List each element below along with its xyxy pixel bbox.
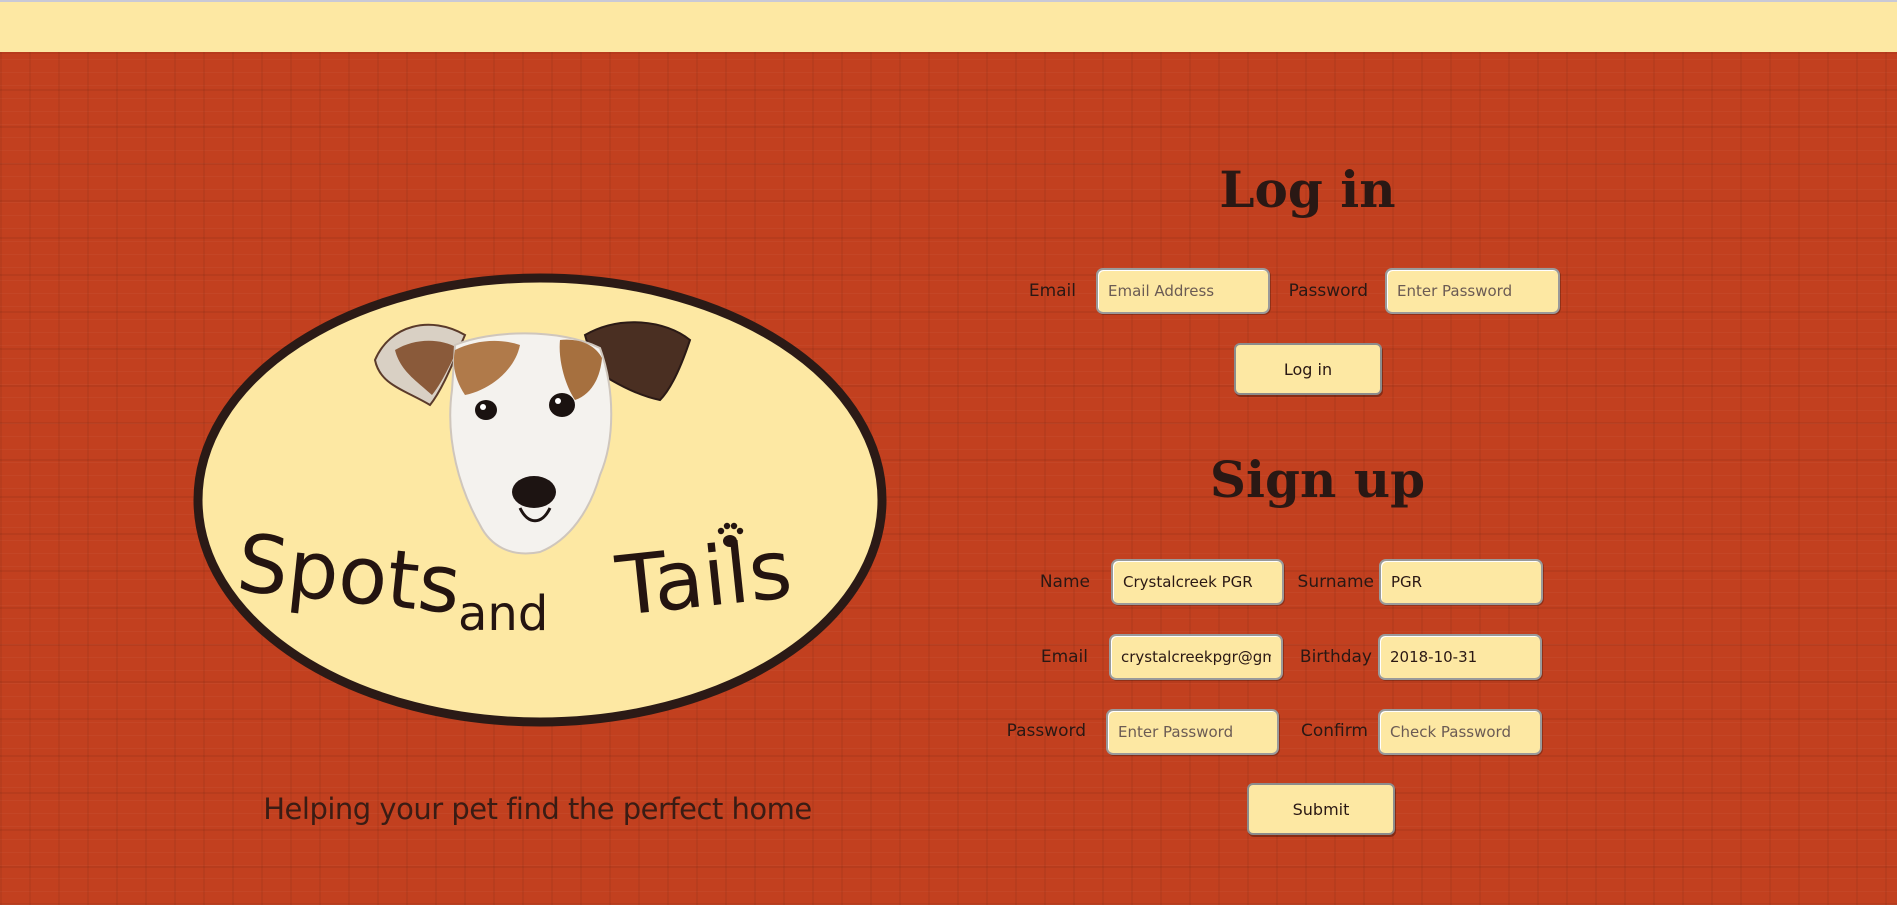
site-logo: Spots and Tails [190,270,890,730]
top-bar [0,0,1897,52]
signup-password-input[interactable] [1106,709,1279,755]
login-email-label: Email [1028,281,1076,301]
main-content: Spots and Tails Helping your pet find th… [0,52,1897,905]
signup-password-label: Password [1006,721,1086,741]
signup-submit-button[interactable]: Submit [1247,783,1395,835]
signup-surname-input[interactable] [1379,559,1543,605]
signup-email-label: Email [1040,647,1088,667]
login-heading: Log in [1219,160,1396,219]
signup-email-input[interactable] [1109,634,1283,680]
logo-tails-text: Tails [611,522,796,635]
signup-name-label: Name [1039,572,1090,592]
login-password-input[interactable] [1385,268,1560,314]
login-button[interactable]: Log in [1234,343,1382,395]
login-email-input[interactable] [1096,268,1270,314]
signup-name-input[interactable] [1111,559,1284,605]
login-password-label: Password [1288,281,1368,301]
signup-birthday-input[interactable] [1378,634,1542,680]
signup-confirm-label: Confirm [1300,721,1368,741]
signup-surname-label: Surname [1297,572,1374,592]
logo-and-text: and [458,586,548,642]
signup-confirm-input[interactable] [1378,709,1542,755]
signup-heading: Sign up [1209,450,1426,509]
tagline: Helping your pet find the perfect home [263,792,812,826]
signup-birthday-label: Birthday [1299,647,1372,667]
